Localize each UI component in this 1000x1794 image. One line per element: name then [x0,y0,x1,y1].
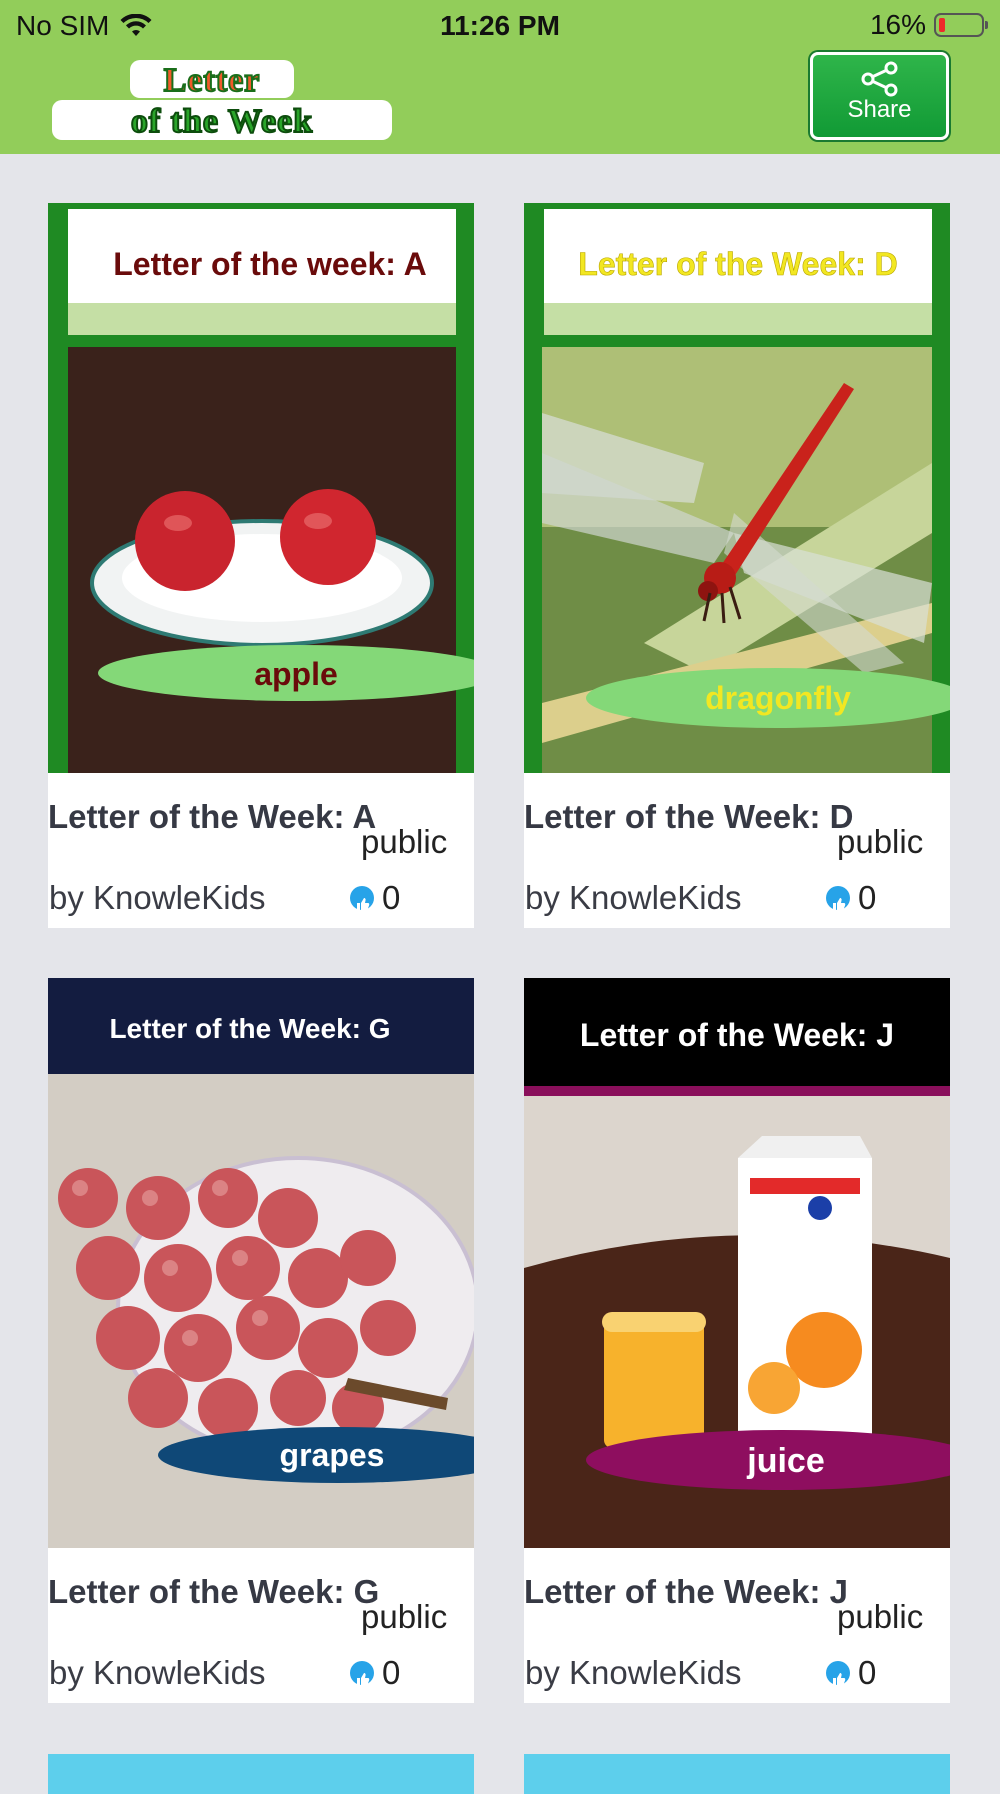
lesson-card-partial[interactable] [48,1754,474,1794]
card-thumbnail-grapes[interactable]: Letter of the Week: G grapes [48,978,474,1548]
card-thumbnail-juice[interactable]: Letter of the Week: J juice [524,978,950,1548]
thumb-word-a: apple [254,656,338,692]
thumbs-up-icon [350,1661,374,1685]
battery-icon [934,13,988,37]
app-logo: Letter of the Week [52,60,392,141]
visibility-label: public [837,1598,924,1635]
likes-count: 0 [382,1654,401,1691]
lesson-card-a[interactable]: Letter of the week: A apple Letter of th… [48,203,474,928]
lesson-card-j[interactable]: Letter of the Week: J juice Letter of th… [524,978,950,1703]
card-thumbnail-apple[interactable]: Letter of the week: A apple [48,203,474,773]
battery-percent: 16% [869,9,926,40]
thumb-header-j: Letter of the Week: J [580,1017,894,1053]
likes-button[interactable]: 0 [826,1654,876,1692]
app-header: Letter of the Week Share [0,50,1000,154]
thumb-word-d: dragonfly [705,680,851,716]
thumb-header-d: Letter of the Week: D [578,246,897,282]
card-title[interactable]: Letter of the Week: J [524,1573,848,1611]
thumbs-up-icon [826,1661,850,1685]
thumb-header-g: Letter of the Week: G [109,1013,390,1044]
lesson-card-d[interactable]: Letter of the Week: D dragonfly Letter o… [524,203,950,928]
share-icon [861,61,897,97]
visibility-label: public [837,823,924,860]
battery-area: 16% [869,9,988,41]
card-title[interactable]: Letter of the Week: D [524,798,853,836]
likes-button[interactable]: 0 [826,879,876,917]
author-label[interactable]: by KnowleKids [525,1654,741,1692]
author-label[interactable]: by KnowleKids [49,879,265,917]
visibility-label: public [361,823,448,860]
lesson-card-g[interactable]: Letter of the Week: G grapes Letter of t… [48,978,474,1703]
author-label[interactable]: by KnowleKids [525,879,741,917]
share-label: Share [847,96,912,123]
logo-line2: of the Week [131,103,313,140]
likes-button[interactable]: 0 [350,879,400,917]
card-thumbnail-dragonfly[interactable]: Letter of the Week: D dragonfly [524,203,950,773]
battery-fill [939,18,945,32]
likes-count: 0 [858,879,877,916]
thumbs-up-icon [826,886,850,910]
likes-count: 0 [858,1654,877,1691]
likes-count: 0 [382,879,401,916]
status-bar: No SIM 11:26 PM 16% [0,0,1000,50]
lesson-card-partial[interactable] [524,1754,950,1794]
thumb-word-j: juice [746,1442,824,1480]
thumb-word-g: grapes [280,1437,385,1473]
clock: 11:26 PM [440,10,560,41]
card-title[interactable]: Letter of the Week: G [48,1573,379,1611]
likes-button[interactable]: 0 [350,1654,400,1692]
share-button[interactable]: Share [810,52,949,140]
author-label[interactable]: by KnowleKids [49,1654,265,1692]
thumbs-up-icon [350,886,374,910]
card-title[interactable]: Letter of the Week: A [48,798,376,836]
visibility-label: public [361,1598,448,1635]
thumb-header-a: Letter of the week: A [113,246,427,282]
logo-line1: Letter [164,62,261,99]
